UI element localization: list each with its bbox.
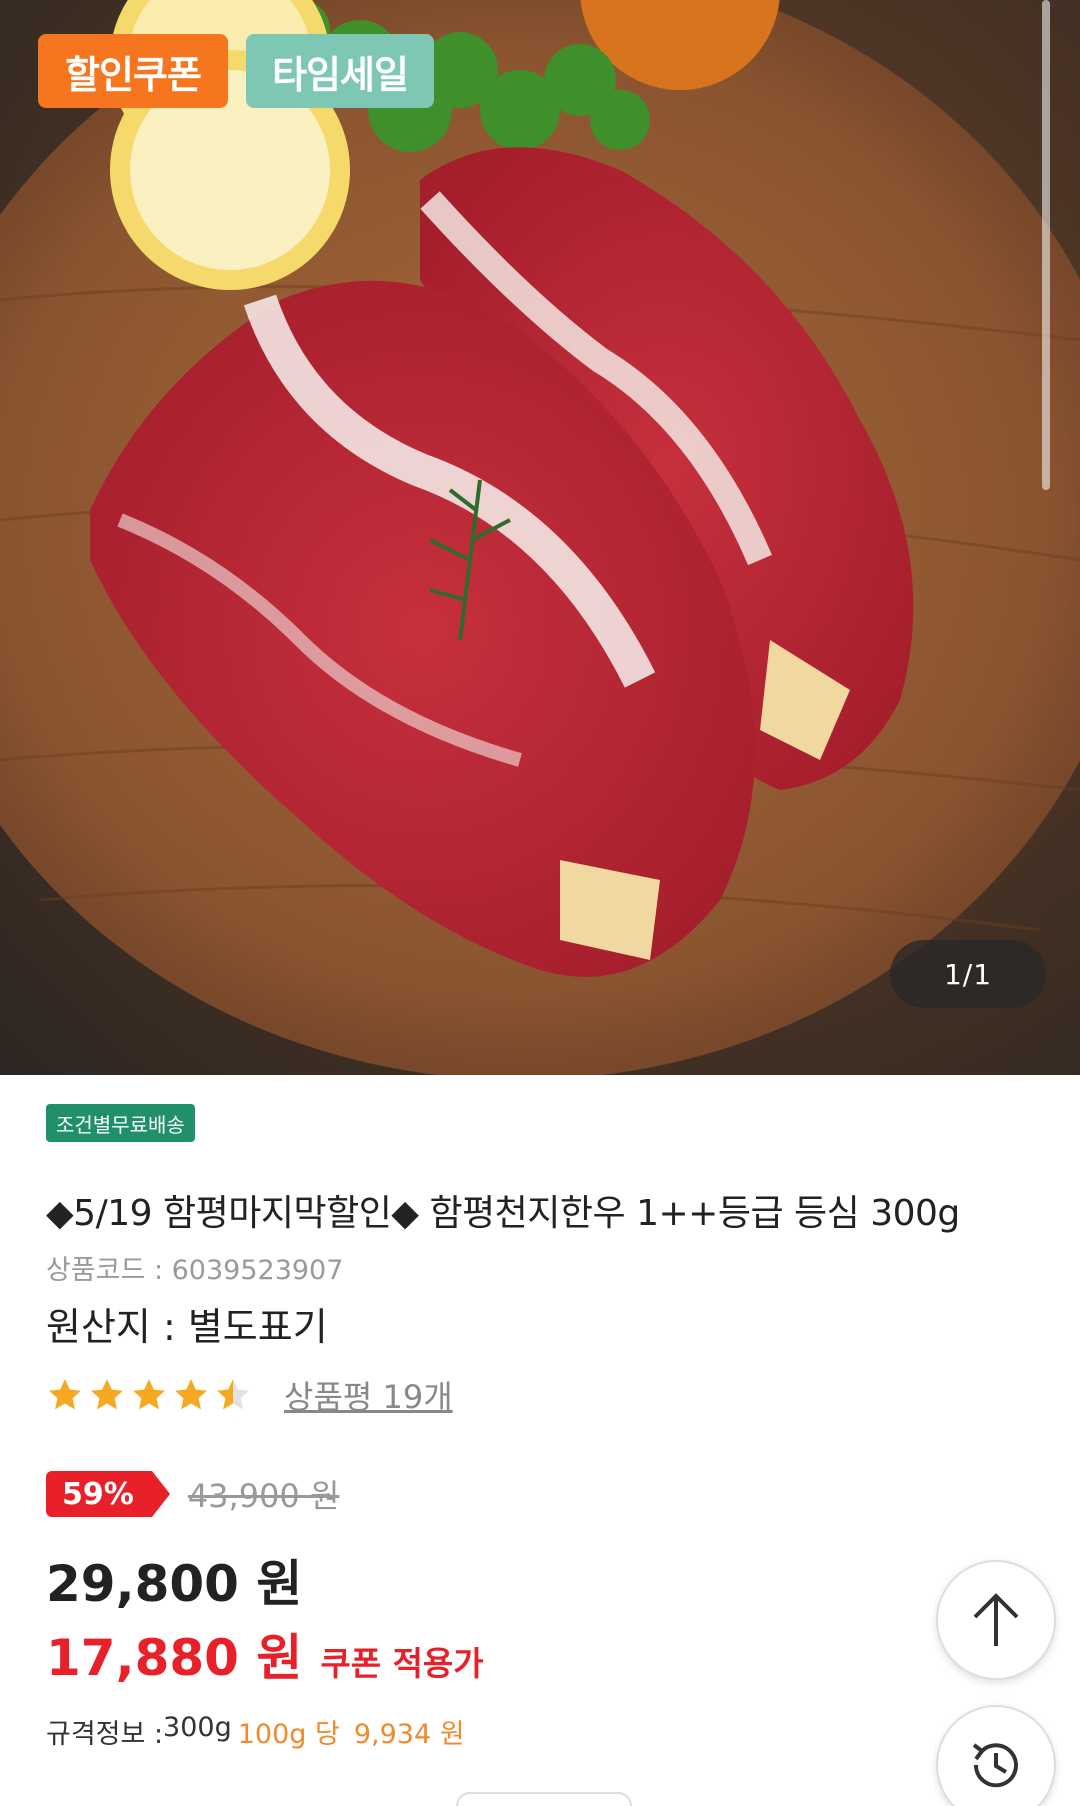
original-price: 43,900 원	[187, 1477, 340, 1515]
image-counter: 1/1	[890, 940, 1046, 1008]
review-count-link[interactable]: 상품평 19개	[284, 1372, 453, 1418]
star-rating	[46, 1376, 252, 1414]
unit-label: 100g 당	[237, 1719, 340, 1750]
history-icon	[972, 1743, 1018, 1788]
unit-price: 9,934 원	[353, 1719, 465, 1750]
discount-row: 59% 43,900 원	[46, 1470, 339, 1518]
product-code-label: 상품코드 :	[46, 1255, 172, 1286]
scroll-top-button[interactable]	[936, 1560, 1056, 1680]
product-code-value: 6039523907	[171, 1255, 344, 1286]
product-title: ◆5/19 함평마지막할인◆ 함평천지한우 1++등급 등심 300g	[46, 1193, 960, 1234]
spec-label: 규격정보 :	[46, 1719, 164, 1750]
product-image[interactable]: 할인쿠폰 타임세일 1/1	[0, 0, 1080, 1075]
bottom-sheet-handle[interactable]	[456, 1792, 632, 1806]
coupon-price-label: 쿠폰 적용가	[320, 1644, 484, 1683]
star-icon	[133, 1379, 165, 1410]
recent-history-button[interactable]	[936, 1705, 1056, 1806]
product-photo	[0, 0, 1080, 1075]
star-icon	[91, 1379, 123, 1410]
origin-info: 원산지 : 별도표기	[46, 1296, 328, 1351]
rating-row: 상품평 19개	[46, 1372, 453, 1418]
scrollbar[interactable]	[1042, 0, 1050, 490]
sale-price: 29,800 원	[46, 1555, 303, 1613]
star-icon	[49, 1379, 81, 1410]
spec-value: 300g	[163, 1712, 232, 1743]
half-star-icon	[217, 1379, 249, 1410]
star-icon	[175, 1379, 207, 1410]
free-shipping-tag: 조건별무료배송	[46, 1104, 195, 1142]
product-code: 상품코드 : 6039523907	[46, 1248, 343, 1287]
coupon-badge: 할인쿠폰	[38, 34, 228, 108]
coupon-price-row: 17,880 원 쿠폰 적용가	[46, 1618, 484, 1690]
coupon-price: 17,880 원	[46, 1629, 303, 1687]
arrow-up-icon	[973, 1593, 1019, 1646]
spec-info: 규격정보 : 300g 100g 당 9,934 원	[46, 1712, 465, 1751]
timesale-badge: 타임세일	[246, 34, 434, 108]
origin-label: 원산지 :	[46, 1305, 188, 1349]
discount-rate-badge: 59%	[46, 1471, 170, 1517]
origin-value: 별도표기	[187, 1305, 328, 1349]
